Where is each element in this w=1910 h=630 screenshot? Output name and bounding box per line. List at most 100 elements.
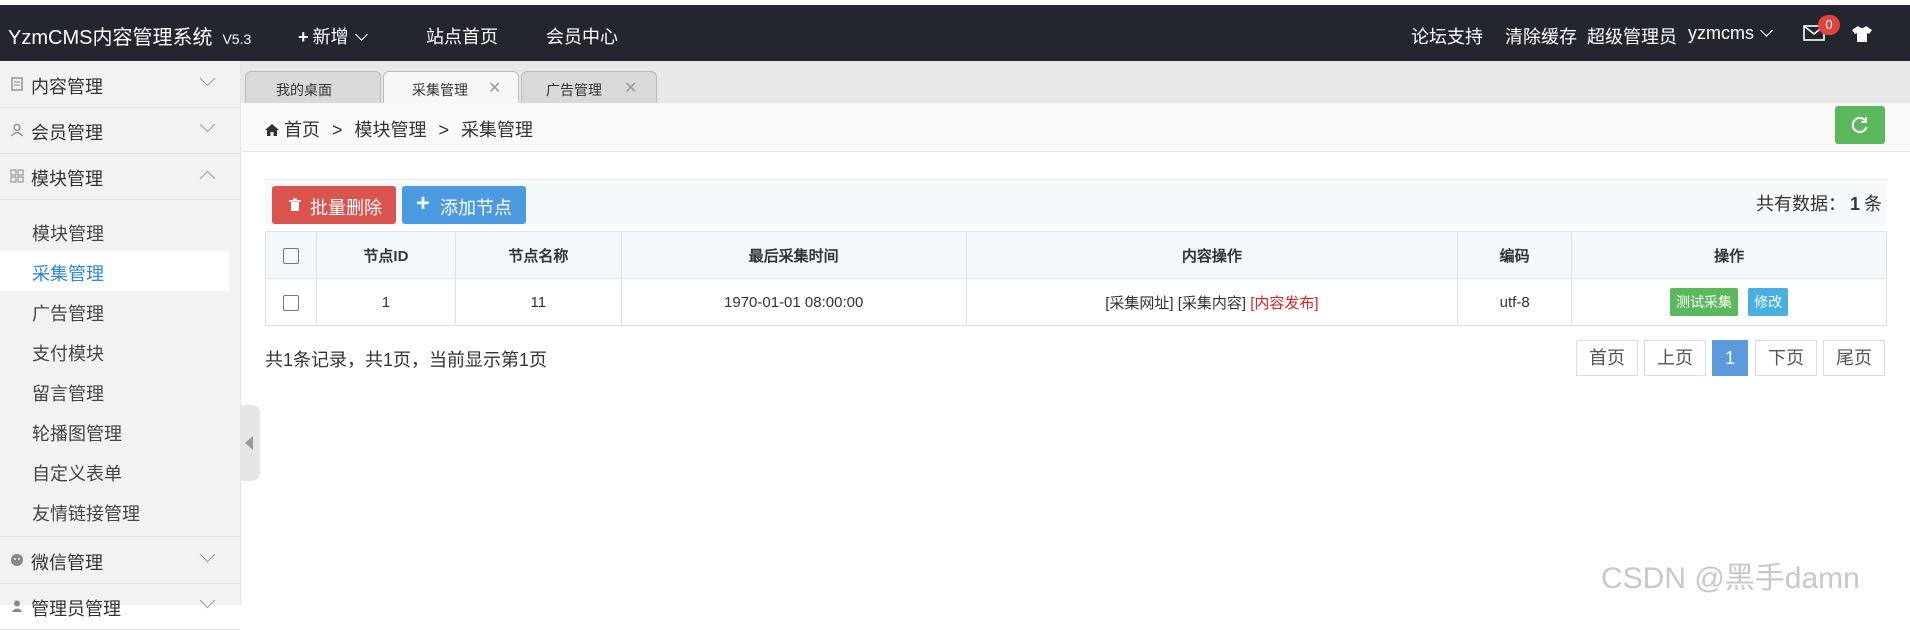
- sidebar-group-admins[interactable]: 管理员管理: [0, 583, 240, 630]
- page-next-button[interactable]: 下页: [1755, 340, 1817, 376]
- breadcrumb-current: 采集管理: [461, 120, 534, 140]
- home-icon: [265, 124, 279, 136]
- sidebar-item-ads[interactable]: 广告管理: [0, 291, 229, 331]
- tab-label: 采集管理: [412, 82, 468, 98]
- select-all-cell: [265, 231, 317, 279]
- batch-delete-button[interactable]: 批量删除: [272, 186, 396, 224]
- sidebar-group-wechat[interactable]: 微信管理: [0, 536, 240, 584]
- tab-collection[interactable]: 采集管理 ✕: [383, 71, 519, 104]
- document-icon: [11, 77, 23, 91]
- tab-ads[interactable]: 广告管理 ✕: [521, 71, 657, 104]
- brand[interactable]: YzmCMS内容管理系统 V5.3: [8, 21, 251, 50]
- tab-desktop[interactable]: 我的桌面: [245, 71, 381, 104]
- admin-role-label: 超级管理员: [1587, 27, 1677, 47]
- encoding: utf-8: [1457, 278, 1573, 326]
- breadcrumb-separator: >: [332, 120, 343, 140]
- nav-new[interactable]: + 新增: [298, 23, 368, 49]
- plus-icon: +: [298, 27, 309, 47]
- admin-icon: [11, 600, 23, 612]
- tab-label: 我的桌面: [276, 82, 332, 98]
- chevron-down-icon: [199, 546, 216, 563]
- watermark: CSDN @黑手damn: [1601, 562, 1860, 595]
- col-header-id[interactable]: 节点ID: [315, 231, 456, 279]
- chevron-down-icon: [199, 592, 216, 609]
- trash-icon: [289, 198, 301, 211]
- breadcrumb-module[interactable]: 模块管理: [355, 120, 427, 140]
- sidebar-item-label: 自定义表单: [32, 464, 122, 484]
- sidebar-item-payment[interactable]: 支付模块: [0, 331, 229, 371]
- col-header-time[interactable]: 最后采集时间: [620, 231, 967, 279]
- top-navbar: YzmCMS内容管理系统 V5.3 + 新增 站点首页 会员中心 论坛支持 清除缓存…: [0, 5, 1910, 61]
- sidebar-item-custom-form[interactable]: 自定义表单: [0, 451, 229, 491]
- chevron-down-icon: [199, 70, 216, 87]
- col-header-name[interactable]: 节点名称: [454, 231, 622, 279]
- chevron-up-icon: [199, 170, 216, 187]
- sidebar-group-label: 会员管理: [31, 123, 103, 143]
- sidebar-item-links[interactable]: 友情链接管理: [0, 491, 229, 531]
- tab-label: 广告管理: [546, 82, 602, 98]
- page-last-button[interactable]: 尾页: [1823, 340, 1885, 376]
- total-prefix: 共有数据：: [1756, 194, 1846, 214]
- sidebar-group-members[interactable]: 会员管理: [0, 107, 240, 154]
- table-header-row: 节点ID 节点名称 最后采集时间 内容操作 编码 操作: [265, 231, 1887, 279]
- content-ops-cell: [采集网址] [采集内容] [内容发布]: [965, 278, 1459, 326]
- edit-button[interactable]: 修改: [1748, 288, 1789, 316]
- user-menu[interactable]: yzmcms: [1688, 23, 1773, 44]
- chevron-down-icon: [1760, 24, 1773, 37]
- breadcrumb: 首页 > 模块管理 > 采集管理: [264, 116, 533, 142]
- total-count: 共有数据： 1 条: [1756, 190, 1882, 216]
- table-row: 1 11 1970-01-01 08:00:00 [采集网址] [采集内容] […: [265, 278, 1887, 326]
- node-table: 节点ID 节点名称 最后采集时间 内容操作 编码 操作 1 11 1970-01…: [265, 231, 1887, 326]
- add-node-button[interactable]: + 添加节点: [402, 186, 526, 224]
- sidebar-group-label: 模块管理: [31, 169, 103, 189]
- username: yzmcms: [1688, 23, 1754, 43]
- page-first-button[interactable]: 首页: [1576, 340, 1638, 376]
- nav-site-home[interactable]: 站点首页: [426, 23, 498, 49]
- test-collect-button[interactable]: 测试采集: [1669, 288, 1738, 316]
- sidebar-item-messages[interactable]: 留言管理: [0, 371, 229, 411]
- page-current-button[interactable]: 1: [1712, 340, 1748, 376]
- sidebar-group-modules[interactable]: 模块管理: [0, 153, 240, 200]
- nav-member-center[interactable]: 会员中心: [546, 23, 618, 49]
- sidebar: 内容管理 会员管理 模块管理 模块管理 采集管理 广告管理 支付模块 留言管理 …: [0, 61, 241, 630]
- sidebar-group-label: 管理员管理: [31, 599, 121, 619]
- publish-content-link[interactable]: [内容发布]: [1250, 295, 1318, 312]
- batch-delete-label: 批量删除: [310, 198, 382, 218]
- collect-url-link[interactable]: [采集网址]: [1105, 295, 1173, 312]
- wechat-icon: [11, 554, 23, 566]
- sidebar-group-content[interactable]: 内容管理: [0, 61, 240, 108]
- breadcrumb-separator: >: [438, 120, 450, 140]
- sidebar-item-modules[interactable]: 模块管理: [0, 211, 229, 251]
- refresh-button[interactable]: [1835, 106, 1885, 144]
- col-header-actions: 操作: [1571, 231, 1887, 279]
- row-actions-cell: 测试采集 修改: [1571, 278, 1887, 326]
- row-checkbox[interactable]: [282, 294, 299, 311]
- node-name: 11: [454, 278, 622, 326]
- breadcrumb-home[interactable]: 首页: [284, 120, 320, 140]
- close-icon[interactable]: ✕: [488, 78, 501, 98]
- sidebar-item-collection[interactable]: 采集管理: [0, 251, 229, 291]
- sidebar-group-label: 微信管理: [31, 553, 103, 573]
- close-icon[interactable]: ✕: [624, 78, 637, 98]
- brand-version: V5.3: [222, 31, 252, 47]
- sidebar-item-carousel[interactable]: 轮播图管理: [0, 411, 229, 451]
- add-node-label: 添加节点: [440, 198, 512, 218]
- row-select-cell: [265, 278, 317, 326]
- breadcrumb-bar: 首页 > 模块管理 > 采集管理: [241, 103, 1910, 152]
- collect-content-link[interactable]: [采集内容]: [1178, 295, 1246, 312]
- pagination-info: 共1条记录，共1页，当前显示第1页: [265, 350, 548, 370]
- clear-cache-link[interactable]: 清除缓存: [1505, 23, 1577, 49]
- tshirt-icon[interactable]: [1851, 25, 1873, 48]
- forum-support-link[interactable]: 论坛支持: [1411, 23, 1483, 49]
- node-id: 1: [315, 278, 456, 326]
- mail-count-badge: 0: [1818, 15, 1840, 35]
- col-header-content-ops: 内容操作: [965, 231, 1459, 279]
- brand-title: YzmCMS内容管理系统: [8, 27, 213, 49]
- chevron-down-icon: [354, 28, 368, 41]
- select-all-checkbox[interactable]: [282, 247, 299, 264]
- sidebar-collapse-handle[interactable]: [240, 405, 260, 481]
- total-number: 1: [1850, 194, 1861, 214]
- page-prev-button[interactable]: 上页: [1644, 340, 1706, 376]
- total-suffix: 条: [1864, 194, 1883, 214]
- sidebar-item-label: 模块管理: [32, 224, 104, 244]
